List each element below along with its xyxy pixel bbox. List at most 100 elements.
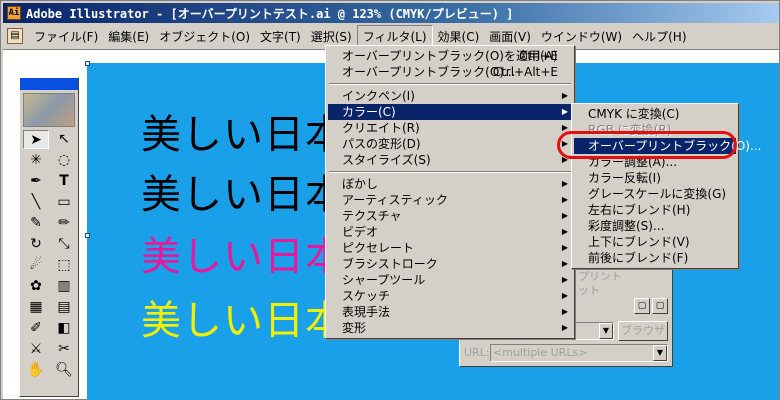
illustrator-app-icon[interactable]: Ai — [7, 6, 21, 20]
menu-item-blend-vertical[interactable]: 上下にブレンド(V) — [574, 234, 736, 250]
menu-effect[interactable]: 効果(C) — [433, 26, 485, 47]
menu-item-distort[interactable]: パスの変形(D) ▶ — [328, 136, 572, 152]
panel-button-2[interactable]: ▢ — [652, 298, 668, 314]
menu-item-stylize[interactable]: スタイライズ(S) ▶ — [328, 152, 572, 168]
menu-item-overprint-black[interactable]: オーバープリントブラック(O)... Ctrl+Alt+E — [328, 64, 572, 80]
menu-item-label: ぼかし — [342, 177, 379, 191]
panel-text-2: ット — [578, 284, 600, 297]
menu-item-apply-overprint-black[interactable]: オーバープリントブラック(O)を適用(A) Ctrl+E — [328, 48, 572, 64]
submenu-arrow-icon: ▶ — [561, 259, 568, 268]
sample-text-black-1[interactable]: 美しい日本 — [141, 113, 346, 157]
menu-item-sharpen[interactable]: シャープツール ▶ — [328, 272, 572, 288]
submenu-arrow-icon: ▶ — [561, 195, 568, 204]
venus-logo — [23, 93, 75, 127]
type-icon[interactable]: T — [51, 172, 77, 191]
submenu-arrow-icon: ▶ — [561, 291, 568, 300]
tools-palette-titlebar[interactable] — [20, 78, 78, 90]
submenu-arrow-icon: ▶ — [561, 107, 568, 116]
menu-edit[interactable]: 編集(E) — [103, 26, 154, 47]
menu-item-pixelate[interactable]: ピクセレート ▶ — [328, 240, 572, 256]
pencil-icon[interactable]: ✏ — [51, 214, 77, 233]
chevron-down-icon[interactable]: ▼ — [653, 345, 667, 361]
submenu-arrow-icon: ▶ — [561, 123, 568, 132]
submenu-arrow-icon: ▶ — [561, 91, 568, 100]
menu-item-label: 表現手法 — [342, 305, 391, 319]
menu-item-adjust-colors[interactable]: カラー調整(A)... — [574, 154, 736, 170]
submenu-arrow-icon: ▶ — [561, 227, 568, 236]
menu-help[interactable]: ヘルプ(H) — [627, 26, 691, 47]
menu-separator — [329, 83, 571, 85]
menu-item-convert-grayscale[interactable]: グレースケールに変換(G) — [574, 186, 736, 202]
chevron-down-icon[interactable]: ▼ — [599, 323, 613, 339]
menu-item-video[interactable]: ビデオ ▶ — [328, 224, 572, 240]
menu-item-label: 変形 — [342, 321, 367, 335]
symbol-sprayer-icon[interactable]: ✿ — [23, 277, 49, 296]
filter-menu: オーバープリントブラック(O)を適用(A) Ctrl+E オーバープリントブラック… — [325, 45, 575, 339]
menu-type[interactable]: 文字(T) — [255, 26, 306, 47]
menu-item-expression[interactable]: 表現手法 ▶ — [328, 304, 572, 320]
menu-item-artistic[interactable]: アーティスティック ▶ — [328, 192, 572, 208]
menu-item-convert-cmyk[interactable]: CMYK に変換(C) — [574, 106, 736, 122]
gradient-icon[interactable]: ▤ — [51, 298, 77, 317]
menu-item-sketch[interactable]: スケッチ ▶ — [328, 288, 572, 304]
menu-item-color[interactable]: カラー(C) ▶ — [328, 104, 572, 120]
slice-icon[interactable]: ⚔ — [23, 340, 49, 359]
lasso-icon[interactable]: ◌ — [51, 151, 77, 170]
menu-file[interactable]: ファイル(F) — [29, 26, 103, 47]
rotate-icon[interactable]: ↻ — [23, 235, 49, 254]
menu-item-brush-strokes[interactable]: ブラシストローク ▶ — [328, 256, 572, 272]
submenu-arrow-icon: ▶ — [561, 155, 568, 164]
selection-handle[interactable] — [85, 61, 90, 66]
menu-item-label: アーティスティック — [342, 193, 448, 207]
hand-icon[interactable]: ✋ — [23, 361, 49, 380]
direct-select-icon[interactable]: ↖ — [51, 130, 77, 149]
menu-item-blend-front-back[interactable]: 前後にブレンド(F) — [574, 250, 736, 266]
warp-icon[interactable]: ☄ — [23, 256, 49, 275]
paintbrush-icon[interactable]: ✎ — [23, 214, 49, 233]
zoom-icon[interactable]: 🔍︎ — [51, 361, 77, 380]
browse-button[interactable]: ブラウザ — [618, 321, 668, 341]
pen-icon[interactable]: ✒ — [23, 172, 49, 191]
menu-item-label: パスの変形(D) — [342, 137, 421, 151]
url-label: URL: — [464, 346, 490, 359]
submenu-arrow-icon: ▶ — [561, 243, 568, 252]
menu-window[interactable]: ウインドウ(W) — [536, 26, 627, 47]
panel-button-1[interactable]: ▢ — [634, 298, 650, 314]
scale-icon[interactable]: ⤡ — [51, 235, 77, 254]
menu-item-ink-pen[interactable]: インクペン(I) ▶ — [328, 88, 572, 104]
url-combo[interactable]: <multiple URLs> ▼ — [490, 344, 668, 362]
blend-icon[interactable]: ◧ — [51, 319, 77, 338]
menu-view[interactable]: 画面(V) — [484, 26, 536, 47]
sample-text-black-2[interactable]: 美しい日本 — [141, 173, 346, 217]
sample-text-yellow[interactable]: 美しい日本 — [141, 299, 346, 343]
menu-item-label: ブラシストローク — [342, 257, 438, 271]
menu-object[interactable]: オブジェクト(O) — [154, 26, 255, 47]
menu-item-label: ビデオ — [342, 225, 379, 239]
menu-item-create[interactable]: クリエイト(R) ▶ — [328, 120, 572, 136]
submenu-arrow-icon: ▶ — [561, 179, 568, 188]
graph-icon[interactable]: ▥ — [51, 277, 77, 296]
menu-item-invert-colors[interactable]: カラー反転(I) — [574, 170, 736, 186]
menu-item-texture[interactable]: テクスチャ ▶ — [328, 208, 572, 224]
menu-select[interactable]: 選択(S) — [306, 26, 357, 47]
mesh-icon[interactable]: ▦ — [23, 298, 49, 317]
scissors-icon[interactable]: ✂ — [51, 340, 77, 359]
document-icon[interactable]: ▤ — [7, 28, 23, 44]
menu-item-label: カラー(C) — [342, 105, 396, 119]
free-transform-icon[interactable]: ⬚ — [51, 256, 77, 275]
menu-item-overprint-black-dialog[interactable]: オーバープリントブラック(O)... — [574, 138, 761, 154]
line-icon[interactable]: ╲ — [23, 193, 49, 212]
rectangle-icon[interactable]: ▭ — [51, 193, 77, 212]
magic-wand-icon[interactable]: ✳ — [23, 151, 49, 170]
menu-item-transform[interactable]: 変形 ▶ — [328, 320, 572, 336]
sample-text-magenta[interactable]: 美しい日本 — [141, 235, 346, 279]
menu-item-blend-horizontal[interactable]: 左右にブレンド(H) — [574, 202, 736, 218]
selection-arrow-icon[interactable]: ➤ — [23, 130, 49, 149]
selection-handle[interactable] — [85, 233, 90, 238]
eyedropper-icon[interactable]: ✐ — [23, 319, 49, 338]
menu-item-saturate[interactable]: 彩度調整(S)... — [574, 218, 736, 234]
panel-dropdown[interactable]: ▼ — [572, 322, 614, 340]
menu-item-blur[interactable]: ぼかし ▶ — [328, 176, 572, 192]
menu-item-convert-rgb: RGB に変換(R) — [588, 123, 672, 137]
submenu-arrow-icon: ▶ — [561, 211, 568, 220]
